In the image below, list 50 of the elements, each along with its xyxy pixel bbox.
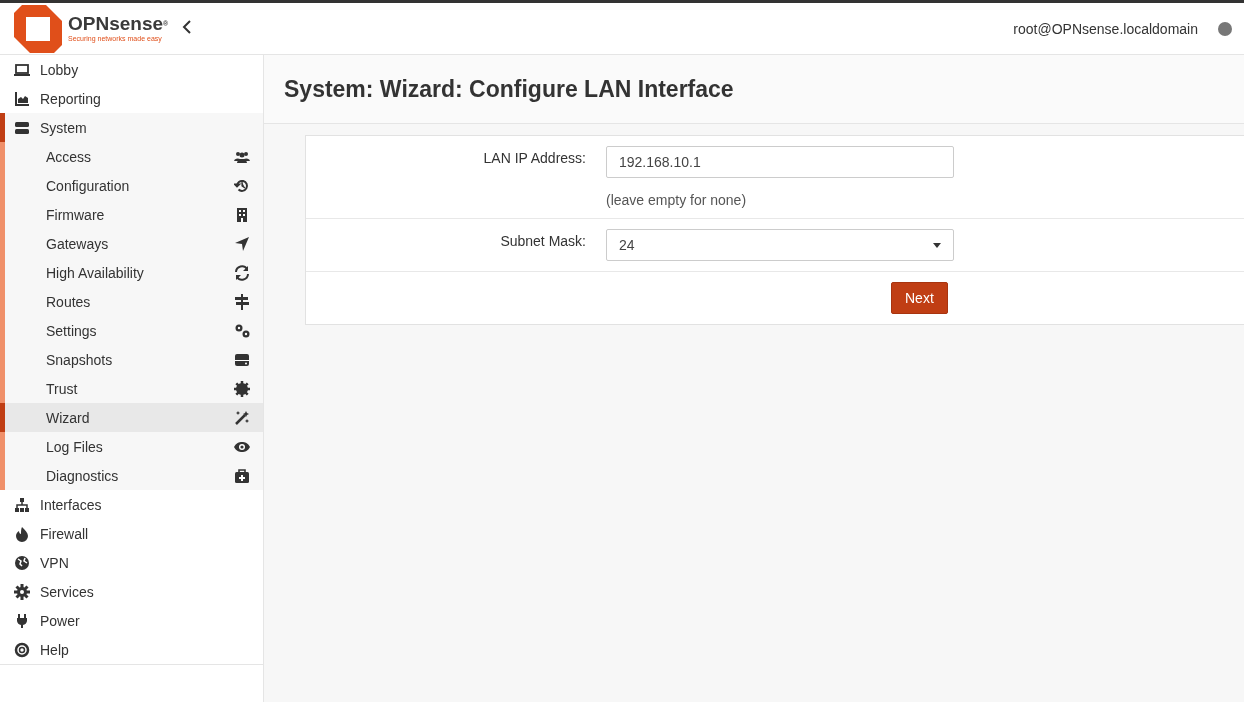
sidebar-subitem[interactable]: Snapshots: [5, 345, 263, 374]
history-icon: [234, 177, 250, 194]
sidebar-item[interactable]: Firewall: [0, 519, 263, 548]
page-title: System: Wizard: Configure LAN Interface: [284, 75, 734, 103]
globe-icon: [14, 554, 30, 571]
status-dot: [1218, 21, 1232, 36]
sidebar-subitem[interactable]: Settings: [5, 316, 263, 345]
signpost-icon: [234, 293, 250, 310]
area-chart-icon: [14, 90, 30, 107]
select-dropdown[interactable]: 24: [606, 229, 954, 261]
sidebar-item[interactable]: Reporting: [0, 84, 263, 113]
field-label: LAN IP Address:: [482, 149, 586, 168]
server-icon: [14, 119, 30, 136]
sidebar-subitem[interactable]: Routes: [5, 287, 263, 316]
sidebar-item[interactable]: Power: [0, 606, 263, 635]
sidebar-item[interactable]: Help: [0, 635, 263, 664]
medkit-icon: [234, 467, 250, 484]
plug-icon: [14, 612, 30, 629]
sidebar-item[interactable]: Lobby: [0, 55, 263, 84]
sidebar-item[interactable]: Services: [0, 577, 263, 606]
flame-icon: [14, 525, 30, 542]
sitemap-icon: [14, 496, 30, 513]
certificate-icon: [234, 380, 250, 397]
field-label: Subnet Mask:: [499, 232, 586, 251]
sidebar-subitem[interactable]: Configuration: [5, 171, 263, 200]
hard-drive-icon: [234, 351, 250, 368]
location-arrow-icon: [234, 235, 250, 252]
sidebar-subitem[interactable]: Trust: [5, 374, 263, 403]
sidebar-subitem[interactable]: Log Files: [5, 432, 263, 461]
sync-icon: [234, 264, 250, 281]
input-field[interactable]: 192.168.10.1: [606, 146, 954, 178]
laptop-icon: [14, 61, 30, 78]
sidebar-item[interactable]: System: [0, 113, 263, 142]
sidebar-subitem[interactable]: Gateways: [5, 229, 263, 258]
gear-icon: [14, 583, 30, 600]
building-icon: [234, 206, 250, 223]
chevron-left-icon: [182, 20, 193, 34]
sidebar-subitem[interactable]: Wizard: [0, 403, 263, 432]
caret-icon: [933, 242, 941, 248]
sidebar-subitem[interactable]: Access: [5, 142, 263, 171]
sidebar-item[interactable]: Interfaces: [0, 490, 263, 519]
field-hint: (leave empty for none): [606, 192, 748, 208]
user-name[interactable]: root@OPNsense.localdomain: [1013, 20, 1198, 37]
sidebar-subitem[interactable]: High Availability: [5, 258, 263, 287]
sidebar-subitem[interactable]: Firmware: [5, 200, 263, 229]
next-button[interactable]: Next: [891, 282, 948, 314]
magic-wand-icon: [234, 409, 250, 426]
sidebar-subitem[interactable]: Diagnostics: [5, 461, 263, 490]
sidebar-item[interactable]: VPN: [0, 548, 263, 577]
logo-icon: [14, 4, 62, 53]
